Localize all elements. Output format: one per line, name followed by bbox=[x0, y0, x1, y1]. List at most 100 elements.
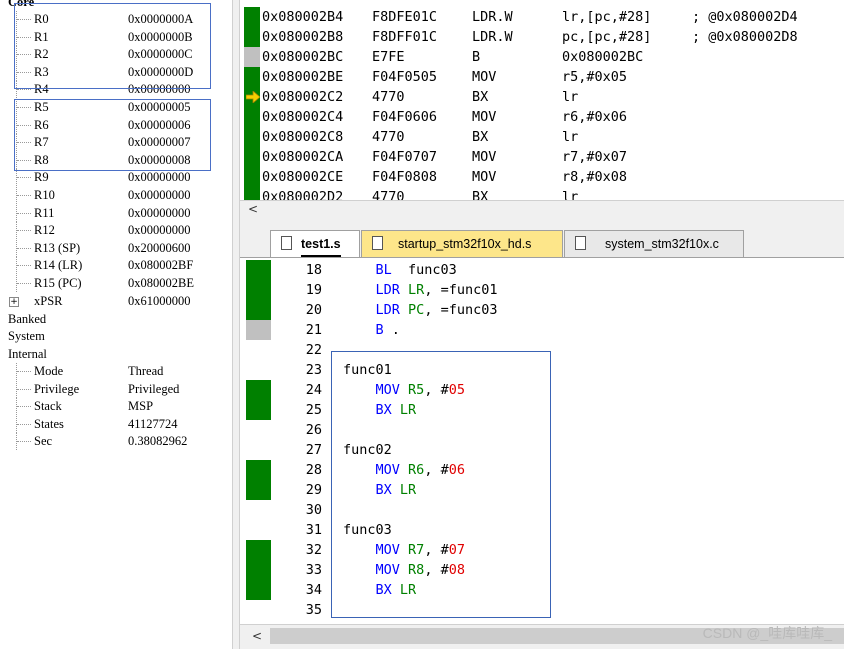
coverage-marker bbox=[246, 400, 271, 420]
code-line[interactable]: 20 LDR PC, =func03 bbox=[240, 300, 844, 320]
coverage-marker bbox=[246, 260, 271, 280]
disasm-opcode: F04F0505 bbox=[372, 69, 438, 85]
register-value[interactable]: 0x61000000 bbox=[128, 293, 191, 310]
disasm-line[interactable]: 0x080002C8 4770 BX lr bbox=[240, 127, 844, 147]
coverage-marker bbox=[246, 560, 271, 580]
disasm-mnemonic: BX bbox=[472, 89, 489, 105]
register-value[interactable]: 0x00000000 bbox=[128, 187, 191, 204]
internal-label: Internal bbox=[8, 347, 47, 361]
disasm-address: 0x080002B8 bbox=[262, 29, 344, 45]
line-number: 29 bbox=[305, 482, 322, 498]
disasm-opcode: F04F0808 bbox=[372, 169, 438, 185]
code-token: . bbox=[383, 322, 400, 338]
disasm-line[interactable]: 0x080002C4 F04F0606 MOV r6,#0x06 bbox=[240, 107, 844, 127]
register-value[interactable]: 0x00000000 bbox=[128, 222, 191, 239]
disasm-opcode: F04F0606 bbox=[372, 109, 438, 125]
tab-test1[interactable]: test1.s bbox=[270, 230, 360, 257]
register-row[interactable]: R12 0x00000000 bbox=[0, 222, 232, 240]
tree-elbow bbox=[17, 283, 31, 285]
register-row[interactable]: R10 0x00000000 bbox=[0, 187, 232, 204]
line-number: 22 bbox=[305, 342, 322, 358]
line-number: 31 bbox=[305, 522, 322, 538]
disasm-mnemonic: BX bbox=[472, 129, 489, 145]
line-number: 18 bbox=[305, 262, 322, 278]
internal-row[interactable]: Privilege Privileged bbox=[0, 380, 232, 398]
line-number: 28 bbox=[305, 462, 322, 478]
register-name: R10 bbox=[34, 188, 55, 202]
disasm-line[interactable]: 0x080002CA F04F0707 MOV r7,#0x07 bbox=[240, 147, 844, 167]
internal-row[interactable]: Sec 0.38082962 bbox=[0, 433, 232, 451]
disasm-line[interactable]: 0x080002B8 F8DFF01C LDR.W pc,[pc,#28] ; @0x0… bbox=[240, 27, 844, 47]
register-value[interactable]: 0x00000000 bbox=[128, 169, 191, 186]
disasm-line[interactable]: 0x080002D2 4770 BX lr bbox=[240, 187, 844, 200]
register-row[interactable]: R15 (PC) 0x080002BE bbox=[0, 275, 232, 292]
code-line[interactable]: 18 BL func03 bbox=[240, 260, 844, 280]
disasm-mnemonic: LDR.W bbox=[472, 29, 513, 45]
register-row[interactable]: R11 0x00000000 bbox=[0, 204, 232, 222]
disasm-operands: pc,[pc,#28] bbox=[562, 29, 652, 45]
disassembly-hscrollbar[interactable]: < bbox=[240, 200, 844, 218]
disasm-line[interactable]: 0x080002C2 4770 BX lr bbox=[240, 87, 844, 107]
register-value[interactable]: 0x20000600 bbox=[128, 240, 191, 257]
register-group-banked[interactable]: Banked bbox=[0, 311, 232, 328]
code-token: LDR bbox=[375, 302, 400, 318]
register-group-system[interactable]: System bbox=[0, 328, 232, 345]
internal-row[interactable]: Mode Thread bbox=[0, 363, 232, 380]
panel-splitter[interactable] bbox=[232, 0, 240, 649]
disasm-mnemonic: MOV bbox=[472, 169, 497, 185]
internal-row[interactable]: States 41127724 bbox=[0, 415, 232, 433]
highlight-r5-r8 bbox=[14, 99, 211, 171]
register-row[interactable]: R9 0x00000000 bbox=[0, 169, 232, 187]
register-name: R15 (PC) bbox=[34, 276, 82, 290]
tab-system[interactable]: system_stm32f10x.c bbox=[564, 230, 744, 257]
internal-name: Mode bbox=[34, 364, 64, 378]
disasm-opcode: F04F0707 bbox=[372, 149, 438, 165]
disasm-comment: ; @0x080002D8 bbox=[692, 29, 798, 45]
disasm-line[interactable]: 0x080002BE F04F0505 MOV r5,#0x05 bbox=[240, 67, 844, 87]
disasm-address: 0x080002C8 bbox=[262, 129, 344, 145]
register-row[interactable]: + xPSR 0x61000000 bbox=[0, 293, 232, 310]
disasm-line[interactable]: 0x080002CE F04F0808 MOV r8,#0x08 bbox=[240, 167, 844, 187]
exec-coverage-bar bbox=[244, 187, 260, 200]
register-value[interactable]: 0x080002BF bbox=[128, 257, 193, 274]
line-number: 26 bbox=[305, 422, 322, 438]
disasm-opcode: 4770 bbox=[372, 129, 405, 145]
register-row[interactable]: R13 (SP) 0x20000600 bbox=[0, 239, 232, 257]
disasm-address: 0x080002BC bbox=[262, 49, 344, 65]
register-row[interactable]: R14 (LR) 0x080002BF bbox=[0, 257, 232, 275]
scroll-left-arrow-icon[interactable]: < bbox=[248, 202, 258, 216]
register-name: R11 bbox=[34, 205, 55, 220]
disasm-mnemonic: MOV bbox=[472, 69, 497, 85]
banked-label: Banked bbox=[8, 312, 47, 326]
expand-icon[interactable]: + bbox=[9, 296, 19, 307]
disasm-line[interactable]: 0x080002BC E7FE B 0x080002BC bbox=[240, 47, 844, 67]
register-value[interactable]: 0x080002BE bbox=[128, 275, 194, 292]
coverage-marker bbox=[246, 480, 271, 500]
register-name: R13 (SP) bbox=[34, 240, 81, 255]
disasm-opcode: F8DFF01C bbox=[372, 29, 438, 45]
code-token: B bbox=[375, 322, 384, 338]
disasm-operands: lr bbox=[562, 189, 579, 200]
internal-row[interactable]: Stack MSP bbox=[0, 398, 232, 416]
tree-elbow bbox=[17, 247, 31, 250]
disasm-address: 0x080002CA bbox=[262, 149, 344, 165]
scroll-left-arrow-icon[interactable]: < bbox=[252, 629, 262, 643]
exec-coverage-bar bbox=[244, 67, 260, 87]
tab-startup[interactable]: startup_stm32f10x_hd.s bbox=[361, 230, 563, 257]
code-line[interactable]: 19 LDR LR, =func01 bbox=[240, 280, 844, 300]
exec-coverage-bar bbox=[244, 127, 260, 147]
register-group-internal[interactable]: Internal bbox=[0, 346, 232, 363]
disasm-address: 0x080002C4 bbox=[262, 109, 344, 125]
disasm-opcode: F8DFE01C bbox=[372, 9, 438, 25]
file-icon bbox=[372, 236, 383, 250]
disasm-operands: lr bbox=[562, 89, 579, 105]
internal-value: 41127724 bbox=[128, 416, 178, 431]
code-line[interactable]: 21 B . bbox=[240, 320, 844, 340]
line-number: 24 bbox=[305, 382, 322, 398]
line-number: 35 bbox=[305, 602, 322, 618]
disassembly-view[interactable]: 0x080002B4 F8DFE01C LDR.W lr,[pc,#28] ; @0x0… bbox=[240, 0, 844, 200]
register-value[interactable]: 0x00000000 bbox=[128, 205, 191, 222]
tree-elbow bbox=[17, 177, 31, 179]
disasm-line[interactable]: 0x080002B4 F8DFE01C LDR.W lr,[pc,#28] ; @0x0… bbox=[240, 7, 844, 27]
